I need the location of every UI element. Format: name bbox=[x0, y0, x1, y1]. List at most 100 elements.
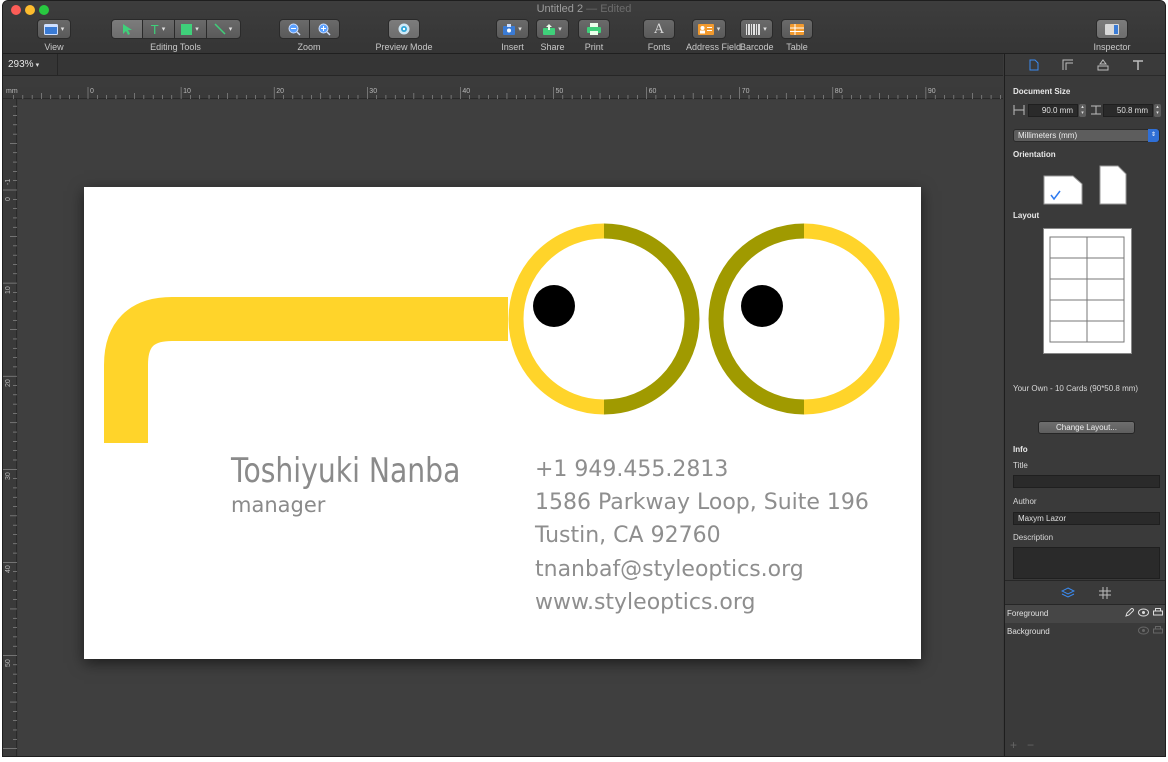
fonts-icon: A bbox=[654, 21, 664, 37]
ruler-label: -1 bbox=[5, 178, 12, 185]
layer-controls bbox=[1138, 626, 1163, 635]
landscape-orientation-option[interactable] bbox=[1043, 175, 1083, 205]
inspector-button[interactable] bbox=[1096, 19, 1128, 39]
ruler-label: 0 bbox=[90, 88, 94, 95]
select-tool-button[interactable] bbox=[110, 19, 143, 39]
chevron-down-icon: ▾ bbox=[228, 26, 233, 33]
shape-tool-button[interactable]: ▾ bbox=[173, 19, 207, 39]
ruler-label: 20 bbox=[276, 88, 284, 95]
table-label: Table bbox=[786, 42, 808, 52]
left-pupil bbox=[533, 285, 575, 327]
add-layer-button[interactable]: + bbox=[1010, 738, 1017, 752]
chevron-down-icon: ▾ bbox=[518, 26, 522, 33]
print-label: Print bbox=[584, 42, 604, 52]
fonts-group: A Fonts bbox=[643, 19, 675, 52]
editing-tools-label: Editing Tools bbox=[150, 42, 201, 52]
layers-icon[interactable] bbox=[1061, 586, 1075, 599]
barcode-button[interactable]: ▾ bbox=[740, 19, 773, 39]
address-field-group: ▾ Address Field bbox=[686, 19, 742, 52]
eye-icon[interactable] bbox=[1138, 626, 1149, 635]
arrange-tab-icon[interactable] bbox=[1097, 58, 1109, 71]
units-select[interactable]: Millimeters (mm) ⇕ bbox=[1013, 129, 1160, 142]
printer-icon[interactable] bbox=[1153, 626, 1163, 635]
print-button[interactable] bbox=[578, 19, 610, 39]
barcode-group: ▾ Barcode bbox=[740, 19, 774, 52]
description-field[interactable] bbox=[1013, 547, 1160, 579]
text-tool-button[interactable]: T ▾ bbox=[141, 19, 175, 39]
barcode-label: Barcode bbox=[740, 42, 774, 52]
portrait-orientation-option[interactable] bbox=[1099, 165, 1127, 205]
share-button[interactable]: ▾ bbox=[536, 19, 569, 39]
description-label: Description bbox=[1013, 533, 1054, 542]
zoom-level-value: 293% bbox=[8, 59, 34, 70]
glasses-artwork[interactable] bbox=[84, 187, 921, 659]
zoom-in-icon bbox=[318, 23, 331, 36]
address-field-button[interactable]: ▾ bbox=[692, 19, 726, 39]
card-role[interactable]: manager bbox=[231, 493, 325, 517]
grid-icon[interactable] bbox=[1099, 586, 1111, 599]
layer-row-foreground[interactable]: Foreground bbox=[1005, 605, 1165, 623]
preview-mode-label: Preview Mode bbox=[375, 42, 433, 52]
business-card[interactable]: Toshiyuki Nanba manager +1 949.455.2813 … bbox=[84, 187, 921, 659]
card-email[interactable]: tnanbaf@styleoptics.org bbox=[535, 557, 804, 582]
ruler-label: 50 bbox=[5, 658, 12, 667]
text-tab-icon[interactable] bbox=[1132, 59, 1144, 71]
ruler-label: 80 bbox=[834, 88, 843, 95]
layer-controls bbox=[1125, 608, 1163, 617]
card-name[interactable]: Toshiyuki Nanba bbox=[231, 451, 460, 491]
inspector-tabs bbox=[1005, 54, 1165, 76]
table-button[interactable] bbox=[781, 19, 813, 39]
zoom-level-popup[interactable]: 293% ▾ bbox=[8, 59, 39, 70]
glasses-temple-arm bbox=[104, 297, 508, 443]
layer-row-background[interactable]: Background bbox=[1005, 623, 1165, 641]
height-stepper[interactable]: ▴ ▾ bbox=[1154, 104, 1161, 117]
view-icon bbox=[43, 23, 58, 35]
view-button[interactable]: ▾ bbox=[37, 19, 71, 39]
chevron-down-icon: ▾ bbox=[195, 26, 199, 33]
title-field[interactable] bbox=[1013, 475, 1160, 488]
window-title: Untitled 2 — Edited bbox=[3, 3, 1165, 15]
author-field[interactable]: Maxym Lazor bbox=[1013, 512, 1160, 525]
document-tab-icon[interactable] bbox=[1029, 59, 1039, 71]
pencil-icon[interactable] bbox=[1125, 608, 1134, 617]
insert-button[interactable]: ▾ bbox=[496, 19, 529, 39]
line-tool-button[interactable]: ▾ bbox=[205, 19, 241, 39]
zoom-in-button[interactable] bbox=[308, 19, 340, 39]
address-field-label: Address Field bbox=[686, 42, 742, 52]
vertical-ruler[interactable]: -1 0 10 20 30 40 50 bbox=[3, 99, 17, 756]
layout-name: Your Own - 10 Cards (90*50.8 mm) bbox=[1013, 384, 1139, 393]
printer-icon[interactable] bbox=[1153, 608, 1163, 617]
remove-layer-button[interactable]: − bbox=[1027, 738, 1034, 752]
width-icon bbox=[1013, 105, 1025, 115]
horizontal-ruler[interactable]: mm 0 10 20 30 40 50 60 70 80 90 bbox=[3, 87, 1003, 99]
units-value: Millimeters (mm) bbox=[1018, 131, 1078, 140]
change-layout-button[interactable]: Change Layout... bbox=[1038, 421, 1135, 434]
height-field[interactable]: 50.8 mm bbox=[1103, 104, 1153, 117]
fonts-label: Fonts bbox=[647, 42, 671, 52]
card-address-line2[interactable]: Tustin, CA 92760 bbox=[535, 523, 721, 548]
width-field[interactable]: 90.0 mm bbox=[1028, 104, 1078, 117]
updown-chevron-icon: ⇕ bbox=[1148, 129, 1159, 142]
insert-label: Insert bbox=[501, 42, 524, 52]
line-icon bbox=[214, 23, 226, 35]
ruler-label: 70 bbox=[741, 88, 750, 95]
ruler-label: 0 bbox=[5, 197, 12, 201]
view-group: ▾ View bbox=[37, 19, 71, 52]
inspector-icon bbox=[1105, 23, 1119, 35]
fonts-button[interactable]: A bbox=[643, 19, 675, 39]
ruler-label: 40 bbox=[462, 88, 471, 95]
card-website[interactable]: www.styleoptics.org bbox=[535, 590, 756, 615]
card-phone[interactable]: +1 949.455.2813 bbox=[535, 457, 728, 482]
card-address-line1[interactable]: 1586 Parkway Loop, Suite 196 bbox=[535, 490, 869, 515]
preview-mode-button[interactable] bbox=[388, 19, 420, 39]
layout-tab-icon[interactable] bbox=[1062, 59, 1074, 71]
title-separator: — bbox=[586, 3, 598, 15]
zoom-out-button[interactable] bbox=[278, 19, 310, 39]
rectangle-icon bbox=[181, 23, 193, 35]
orientation-heading: Orientation bbox=[1013, 150, 1056, 159]
width-stepper[interactable]: ▴ ▾ bbox=[1079, 104, 1086, 117]
design-canvas[interactable]: Toshiyuki Nanba manager +1 949.455.2813 … bbox=[18, 100, 1003, 756]
eye-icon[interactable] bbox=[1138, 608, 1149, 617]
info-heading: Info bbox=[1013, 445, 1028, 454]
chevron-down-icon: ▾ bbox=[716, 26, 721, 33]
